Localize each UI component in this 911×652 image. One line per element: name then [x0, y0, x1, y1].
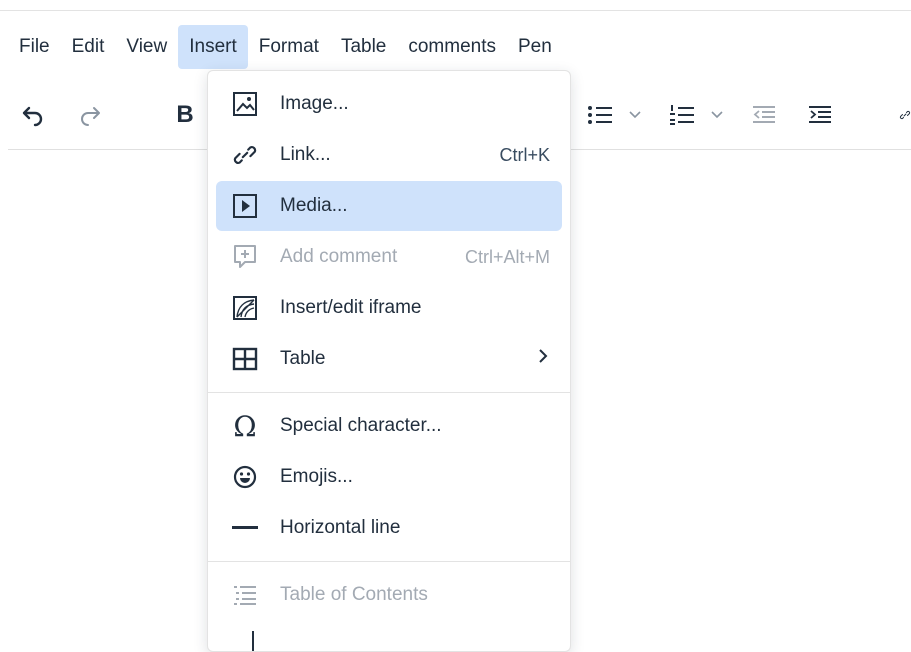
undo-button[interactable]	[18, 82, 48, 148]
media-icon	[229, 190, 261, 222]
numbered-list-icon	[670, 105, 694, 125]
indent-button[interactable]	[805, 82, 835, 148]
menu-table[interactable]: Table	[330, 25, 397, 69]
chevron-down-icon	[711, 111, 723, 119]
link-icon	[229, 139, 261, 171]
shortcut-label: Ctrl+K	[499, 144, 550, 165]
menu-format[interactable]: Format	[248, 25, 330, 69]
image-icon	[229, 88, 261, 120]
partial-menu-icon	[252, 631, 260, 651]
menu-divider	[208, 561, 570, 562]
iframe-icon	[229, 292, 261, 324]
numbered-list-button[interactable]	[666, 82, 698, 148]
redo-icon	[81, 107, 100, 126]
insert-menu: Image... Link... Ctrl+K Media... Add com…	[207, 70, 571, 652]
menu-item-link[interactable]: Link... Ctrl+K	[216, 130, 562, 180]
undo-icon	[22, 106, 43, 127]
menu-item-special-character[interactable]: Ω Special character...	[216, 401, 562, 451]
menu-pen[interactable]: Pen	[507, 25, 563, 69]
numbered-list-dropdown[interactable]	[709, 82, 725, 148]
redo-button[interactable]	[75, 82, 105, 148]
menu-insert[interactable]: Insert	[178, 25, 248, 69]
emoji-icon	[229, 461, 261, 493]
top-border	[0, 10, 911, 11]
menu-edit[interactable]: Edit	[61, 25, 116, 69]
menu-item-media[interactable]: Media...	[216, 181, 562, 231]
add-comment-icon	[229, 241, 261, 273]
link-button[interactable]	[893, 82, 911, 148]
horizontal-line-icon	[229, 512, 261, 544]
menu-item-iframe[interactable]: Insert/edit iframe	[216, 283, 562, 333]
menu-comments[interactable]: comments	[397, 25, 507, 69]
toc-icon	[229, 579, 261, 611]
outdent-button[interactable]	[749, 82, 779, 148]
menubar: File Edit View Insert Format Table comme…	[8, 25, 563, 69]
bullet-list-button[interactable]	[584, 82, 616, 148]
bold-button[interactable]: B	[172, 82, 198, 148]
menu-item-table-of-contents[interactable]: Table of Contents	[216, 570, 562, 620]
menu-item-table[interactable]: Table	[216, 334, 562, 384]
shortcut-label: Ctrl+Alt+M	[464, 246, 550, 267]
menu-divider	[208, 392, 570, 393]
link-icon	[899, 110, 911, 120]
menu-file[interactable]: File	[8, 25, 61, 69]
table-icon	[229, 343, 261, 375]
bullet-list-icon	[588, 106, 612, 124]
indent-icon	[809, 106, 831, 123]
menu-item-emojis[interactable]: Emojis...	[216, 452, 562, 502]
menu-view[interactable]: View	[115, 25, 178, 69]
chevron-down-icon	[629, 111, 641, 119]
outdent-icon	[753, 106, 775, 123]
omega-icon: Ω	[233, 409, 257, 443]
bullet-list-dropdown[interactable]	[627, 82, 643, 148]
menu-item-add-comment[interactable]: Add comment Ctrl+Alt+M	[216, 232, 562, 282]
chevron-right-icon	[538, 348, 548, 370]
menu-item-horizontal-line[interactable]: Horizontal line	[216, 503, 562, 553]
menu-item-image[interactable]: Image...	[216, 79, 562, 129]
